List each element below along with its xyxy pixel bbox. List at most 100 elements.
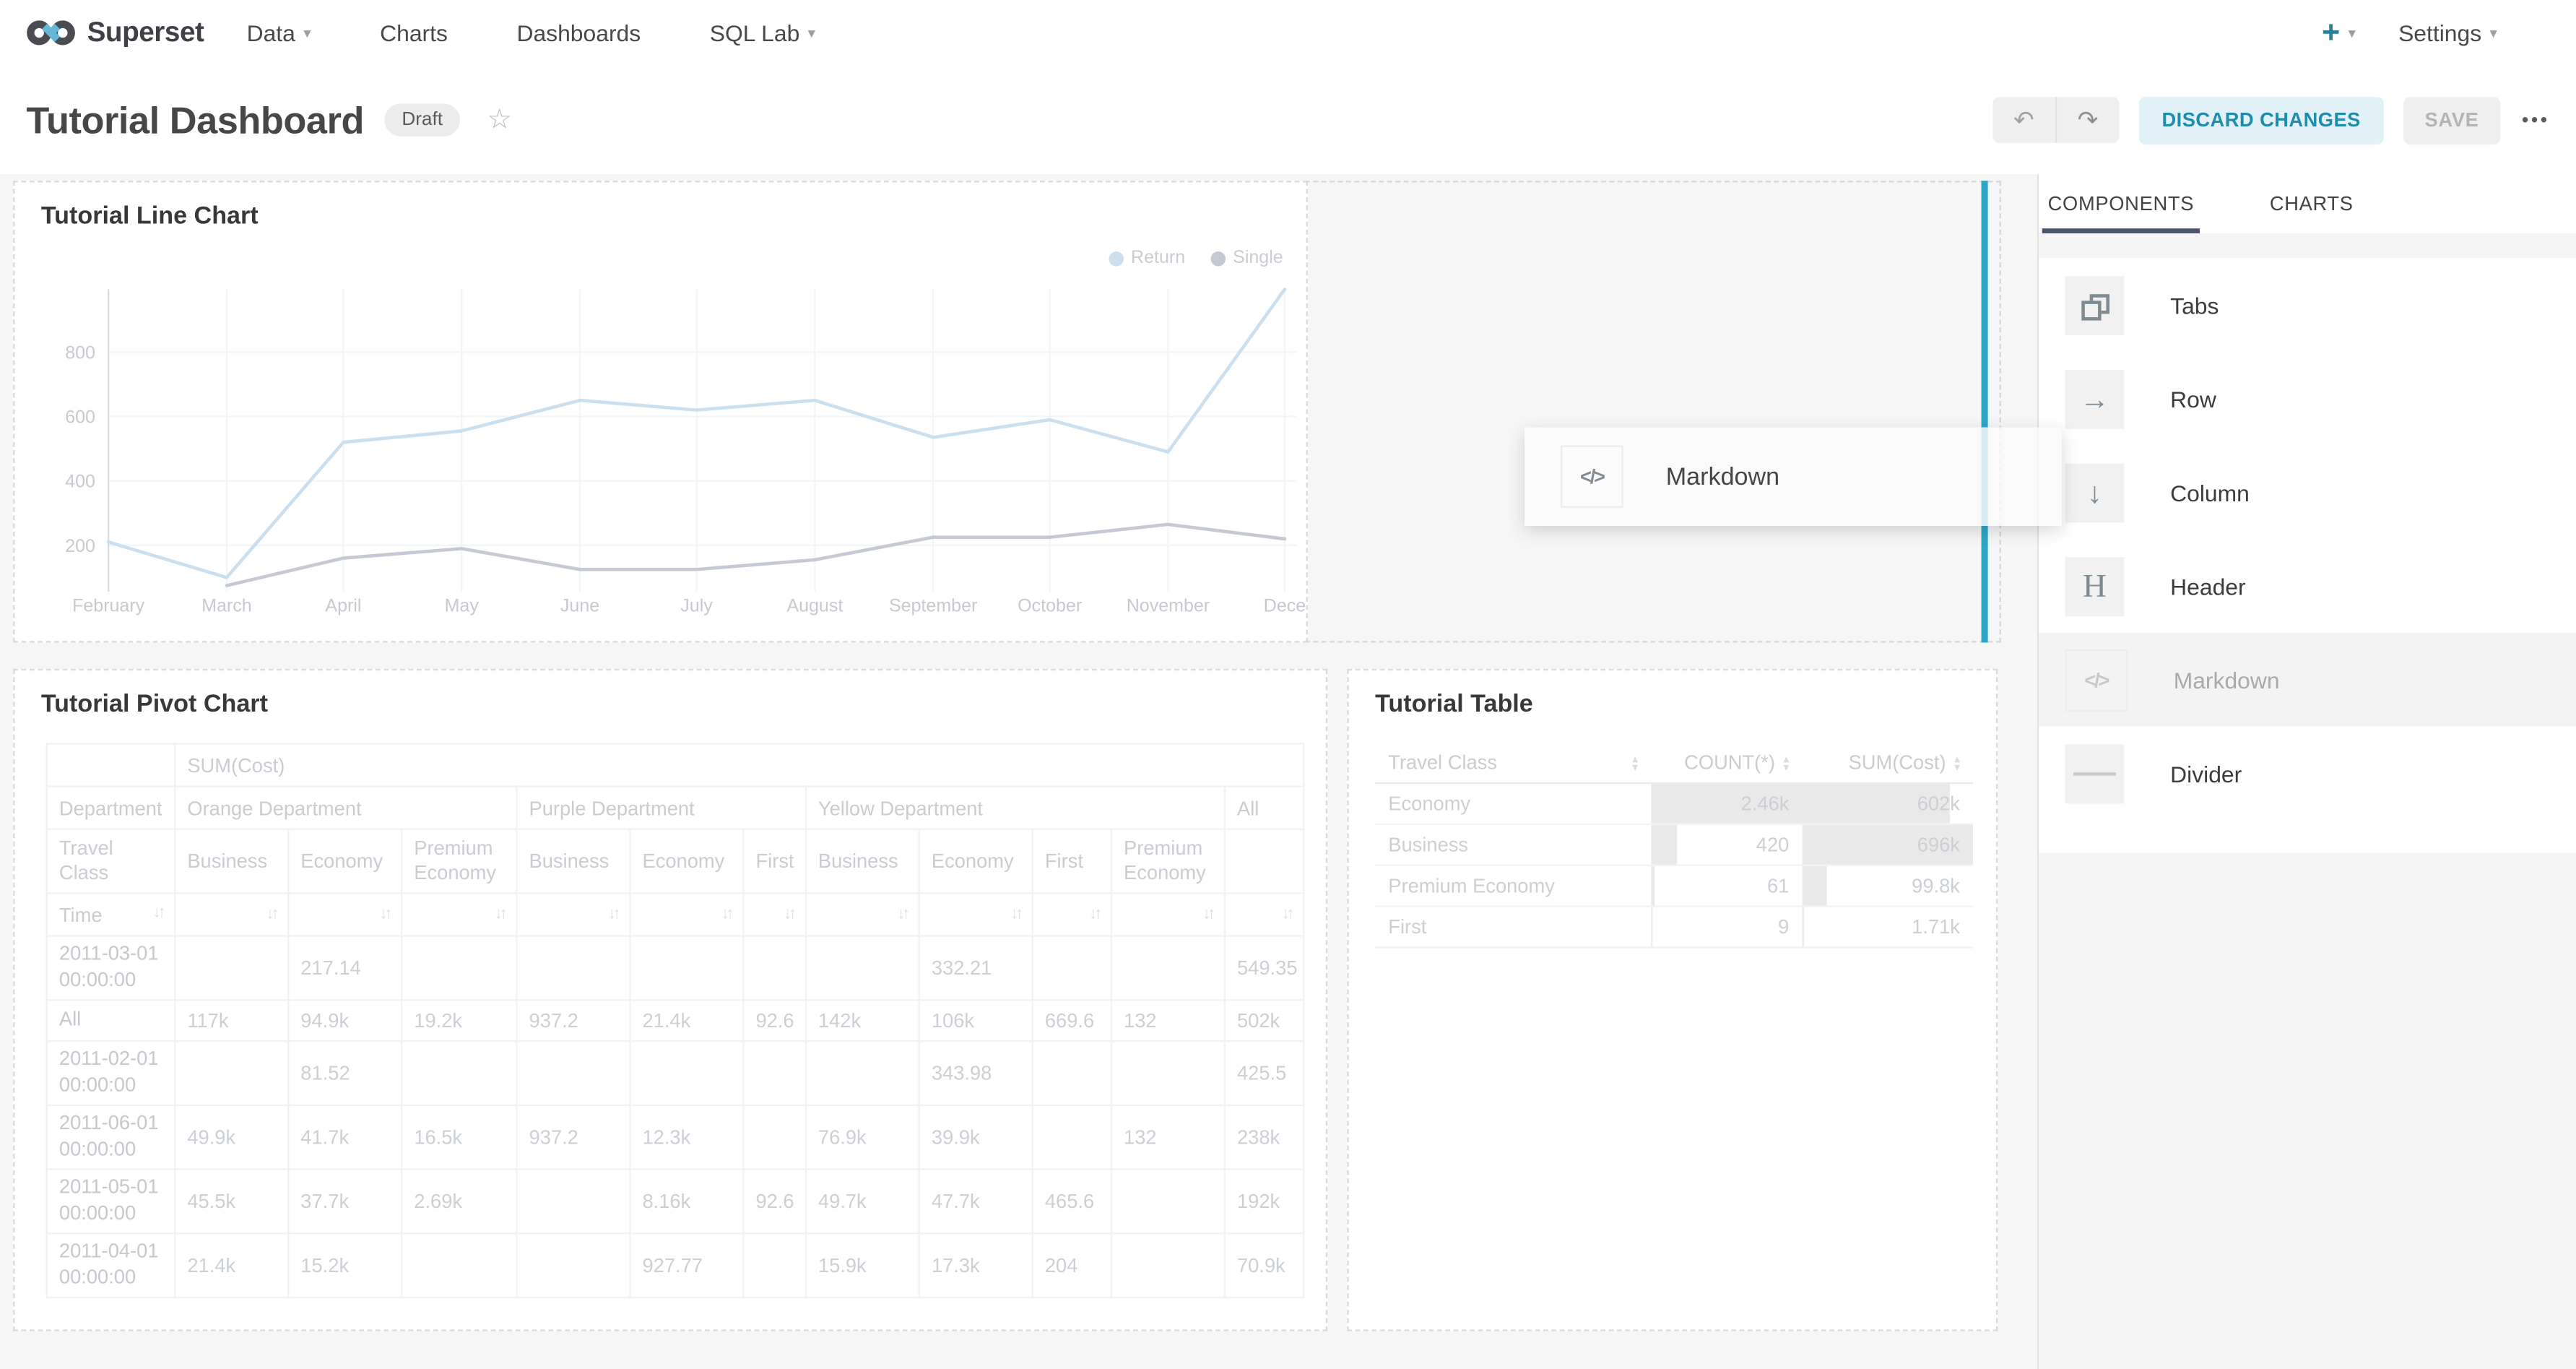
component-item-markdown[interactable]: </>Markdown [2039, 633, 2576, 727]
header-icon: H [2083, 569, 2107, 602]
save-button[interactable]: SAVE [2403, 96, 2500, 144]
tab-components[interactable]: COMPONENTS [2042, 174, 2200, 233]
table-chart-card[interactable]: Tutorial Table Travel Class▴▾COUNT(*)▴▾S… [1347, 669, 1998, 1331]
pivot-class-header: Economy [630, 829, 743, 894]
pivot-value-cell [516, 936, 630, 1001]
pivot-class-header: Business [516, 829, 630, 894]
legend-item-return[interactable]: Return [1109, 249, 1185, 268]
pivot-value-cell [1111, 1170, 1225, 1234]
component-item-column[interactable]: ↓ Column [2039, 445, 2576, 539]
chevron-down-icon: ▾ [808, 25, 815, 40]
sort-icon[interactable]: ↓↑ [1202, 905, 1213, 923]
sort-icon[interactable]: ↓↑ [608, 905, 618, 923]
sort-icon[interactable]: ↓↑ [380, 905, 390, 923]
nav-item-data[interactable]: Data▾ [247, 20, 311, 46]
pivot-value-cell [175, 1041, 288, 1105]
pivot-value-cell: 17.3k [919, 1233, 1033, 1297]
discard-changes-button[interactable]: DISCARD CHANGES [2139, 96, 2384, 144]
component-item-divider[interactable]: Divider [2039, 727, 2576, 821]
dashboard-headerbar: Tutorial Dashboard Draft ☆ ↶ ↷ DISCARD C… [0, 66, 2576, 174]
sort-icon[interactable]: ↓↑ [1010, 905, 1020, 923]
sort-icon[interactable]: ▴▾ [1954, 756, 1960, 772]
pivot-class-label: Travel Class [47, 829, 175, 894]
pivot-value-cell: 343.98 [919, 1041, 1033, 1105]
chevron-down-icon: ▾ [303, 25, 311, 40]
active-tab-underline [2042, 228, 2200, 233]
pivot-sort-cell[interactable]: ↓↑ [630, 893, 743, 936]
pivot-sort-cell[interactable]: ↓↑ [1225, 893, 1304, 936]
redo-icon: ↷ [2078, 105, 2099, 135]
more-options-button[interactable]: ••• [2522, 108, 2550, 131]
table-column-header-travel-class[interactable]: Travel Class▴▾ [1375, 743, 1651, 783]
pivot-sort-cell[interactable]: ↓↑ [919, 893, 1033, 936]
drag-ghost-markdown[interactable]: </> Markdown [1525, 427, 2062, 525]
sort-icon[interactable]: ↓↑ [721, 905, 732, 923]
sort-icon[interactable]: ↓↑ [495, 905, 505, 923]
line-chart-card[interactable]: Tutorial Line Chart ReturnSingle 2004006… [13, 181, 1308, 642]
sidebar-bottom-area [2039, 853, 2576, 1369]
sort-icon[interactable]: ▴▾ [1632, 756, 1638, 772]
superset-logo[interactable]: Superset [26, 17, 204, 49]
settings-menu[interactable]: Settings ▾ [2398, 20, 2540, 46]
legend-item-single[interactable]: Single [1212, 249, 1283, 268]
pivot-value-cell: 49.7k [806, 1170, 919, 1234]
sum-cost-cell: 602k [1803, 783, 1974, 824]
tab-charts[interactable]: CHARTS [2249, 174, 2374, 233]
pivot-value-cell: 425.5 [1225, 1041, 1304, 1105]
pivot-value-cell [175, 936, 288, 1001]
sort-icon[interactable]: ↓↑ [784, 905, 794, 923]
add-new-button[interactable]: + [2322, 17, 2340, 48]
pivot-row-header: 2011-05-01 00:00:00 [47, 1170, 175, 1234]
pivot-value-cell: 132 [1111, 1000, 1225, 1041]
pivot-sort-cell[interactable]: ↓↑ [175, 893, 288, 936]
table-column-header-sum-cost[interactable]: SUM(Cost)▴▾ [1803, 743, 1974, 783]
sort-icon[interactable]: ↓↑ [1089, 905, 1099, 923]
dashboard-row-1: Tutorial Line Chart ReturnSingle 2004006… [13, 181, 2001, 642]
legend-dot [1212, 251, 1226, 265]
pivot-time-label[interactable]: Time↓↑ [47, 893, 175, 936]
nav-right: + ▾ Settings ▾ [2322, 17, 2540, 48]
sort-icon[interactable]: ↓↑ [1282, 905, 1292, 923]
favorite-star-icon[interactable]: ☆ [487, 103, 512, 136]
pivot-sort-cell[interactable]: ↓↑ [288, 893, 402, 936]
nav-item-label: SQL Lab [710, 20, 800, 46]
legend-dot [1109, 251, 1124, 265]
sort-icon[interactable]: ↓↑ [897, 905, 907, 923]
pivot-sort-cell[interactable]: ↓↑ [516, 893, 630, 936]
svg-text:September: September [889, 595, 977, 616]
pivot-sort-cell[interactable]: ↓↑ [1111, 893, 1225, 936]
column-icon: ↓ [2087, 478, 2102, 507]
sort-icon[interactable]: ↓↑ [153, 903, 163, 921]
component-item-label: Column [2170, 479, 2250, 505]
pivot-chart-card[interactable]: Tutorial Pivot Chart SUM(Cost)Department… [13, 669, 1327, 1331]
undo-button[interactable]: ↶ [1992, 97, 2057, 143]
component-item-header[interactable]: HHeader [2039, 539, 2576, 633]
sort-icon[interactable]: ↓↑ [266, 905, 277, 923]
pivot-value-cell: 16.5k [402, 1105, 516, 1170]
chevron-down-icon[interactable]: ▾ [2349, 25, 2356, 40]
pivot-value-cell: 70.9k [1225, 1233, 1304, 1297]
component-item-label: Divider [2170, 760, 2242, 786]
nav-item-dashboards[interactable]: Dashboards [516, 20, 641, 46]
nav-menu: Data▾ Charts Dashboards SQL Lab ▾ [247, 20, 885, 46]
nav-item-charts[interactable]: Charts [380, 20, 448, 46]
pivot-sort-cell[interactable]: ↓↑ [743, 893, 805, 936]
pivot-value-cell: 21.4k [175, 1233, 288, 1297]
pivot-sort-cell[interactable]: ↓↑ [806, 893, 919, 936]
pivot-class-header: First [743, 829, 805, 894]
nav-item-sql-lab[interactable]: SQL Lab ▾ [710, 20, 815, 46]
pivot-dept-header: Purple Department [516, 787, 805, 829]
pivot-sort-cell[interactable]: ↓↑ [402, 893, 516, 936]
sort-icon[interactable]: ▴▾ [1783, 756, 1789, 772]
pivot-class-header [1225, 829, 1304, 894]
pivot-value-cell: 12.3k [630, 1105, 743, 1170]
redo-button[interactable]: ↷ [2057, 97, 2119, 143]
component-item-row[interactable]: →Row [2039, 352, 2576, 446]
pivot-value-cell: 937.2 [516, 1000, 630, 1041]
pivot-class-header: Premium Economy [1111, 829, 1225, 894]
pivot-sort-cell[interactable]: ↓↑ [1033, 893, 1111, 936]
pivot-value-cell: 132 [1111, 1105, 1225, 1170]
sidebar-tabs: COMPONENTS CHARTS [2039, 174, 2576, 235]
table-column-header-count[interactable]: COUNT(*)▴▾ [1651, 743, 1802, 783]
component-item-tabs[interactable]: Tabs [2039, 258, 2576, 352]
